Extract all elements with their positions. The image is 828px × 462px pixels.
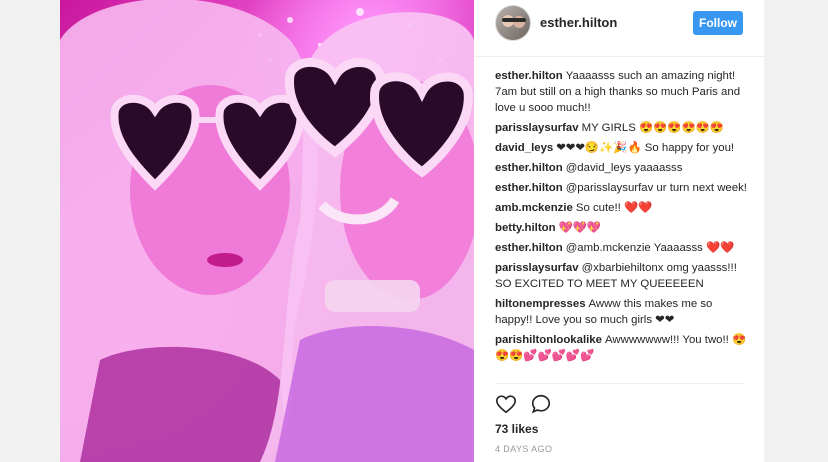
comment: betty.hilton 💖💖💖 [495,220,747,236]
comment-text: 💖💖💖 [558,222,602,234]
comment-username[interactable]: amb.mckenzie [495,202,573,214]
comment-list: esther.hilton Yaaaasss such an amazing ni… [495,68,747,384]
avatar[interactable] [495,5,531,41]
post-side-panel: esther.hilton Follow esther.hilton Yaaaas… [474,0,764,462]
post-header: esther.hilton Follow [474,0,764,57]
post-timestamp: 4 DAYS AGO [495,444,553,454]
photo-illustration [60,0,474,462]
comment: esther.hilton Yaaaasss such an amazing ni… [495,68,747,116]
comment-username[interactable]: esther.hilton [495,162,563,174]
comment-username[interactable]: esther.hilton [495,70,563,82]
comment-username[interactable]: parishiltonlookalike [495,334,602,346]
comment: david_leys ❤❤❤😏✨🎉🔥 So happy for you! [495,140,747,156]
comment: esther.hilton @amb.mckenzie Yaaaasss ❤️❤️ [495,240,747,256]
post-photo[interactable] [60,0,474,462]
comment-username[interactable]: parisslaysurfav [495,262,579,274]
comment-text: @parisslaysurfav ur turn next week! [565,182,747,194]
comment: amb.mckenzie So cute!! ❤️❤️ [495,200,747,216]
like-count[interactable]: 73 likes [495,422,538,436]
comment: parisslaysurfav MY GIRLS 😍😍😍😍😍😍 [495,120,747,136]
comment-text: @amb.mckenzie Yaaaasss ❤️❤️ [565,242,735,254]
comment-text: So cute!! ❤️❤️ [575,202,653,214]
comment: esther.hilton @david_leys yaaaasss [495,160,747,176]
comment-username[interactable]: david_leys [495,142,553,154]
heart-icon[interactable] [495,393,517,415]
follow-button[interactable]: Follow [693,11,743,35]
comment: parisslaysurfav @xbarbiehiltonx omg yaass… [495,260,747,292]
instagram-post: esther.hilton Follow esther.hilton Yaaaas… [60,0,764,462]
comment-username[interactable]: betty.hilton [495,222,556,234]
comment: esther.hilton @parisslaysurfav ur turn ne… [495,180,747,196]
divider [495,383,745,384]
comment-username[interactable]: hiltonempresses [495,298,586,310]
comment: parishiltonlookalike Awwwwwww!!! You two!… [495,332,747,364]
comment-username[interactable]: esther.hilton [495,242,563,254]
comment-icon[interactable] [530,393,552,415]
comment-username[interactable]: parisslaysurfav [495,122,579,134]
comment-username[interactable]: esther.hilton [495,182,563,194]
comment-text: @david_leys yaaaasss [565,162,683,174]
comment-text: MY GIRLS 😍😍😍😍😍😍 [581,122,725,134]
post-actions [495,392,595,416]
post-username[interactable]: esther.hilton [540,15,617,30]
comment: hiltonempresses Awww this makes me so hap… [495,296,747,328]
comment-text: ❤❤❤😏✨🎉🔥 So happy for you! [556,142,735,154]
